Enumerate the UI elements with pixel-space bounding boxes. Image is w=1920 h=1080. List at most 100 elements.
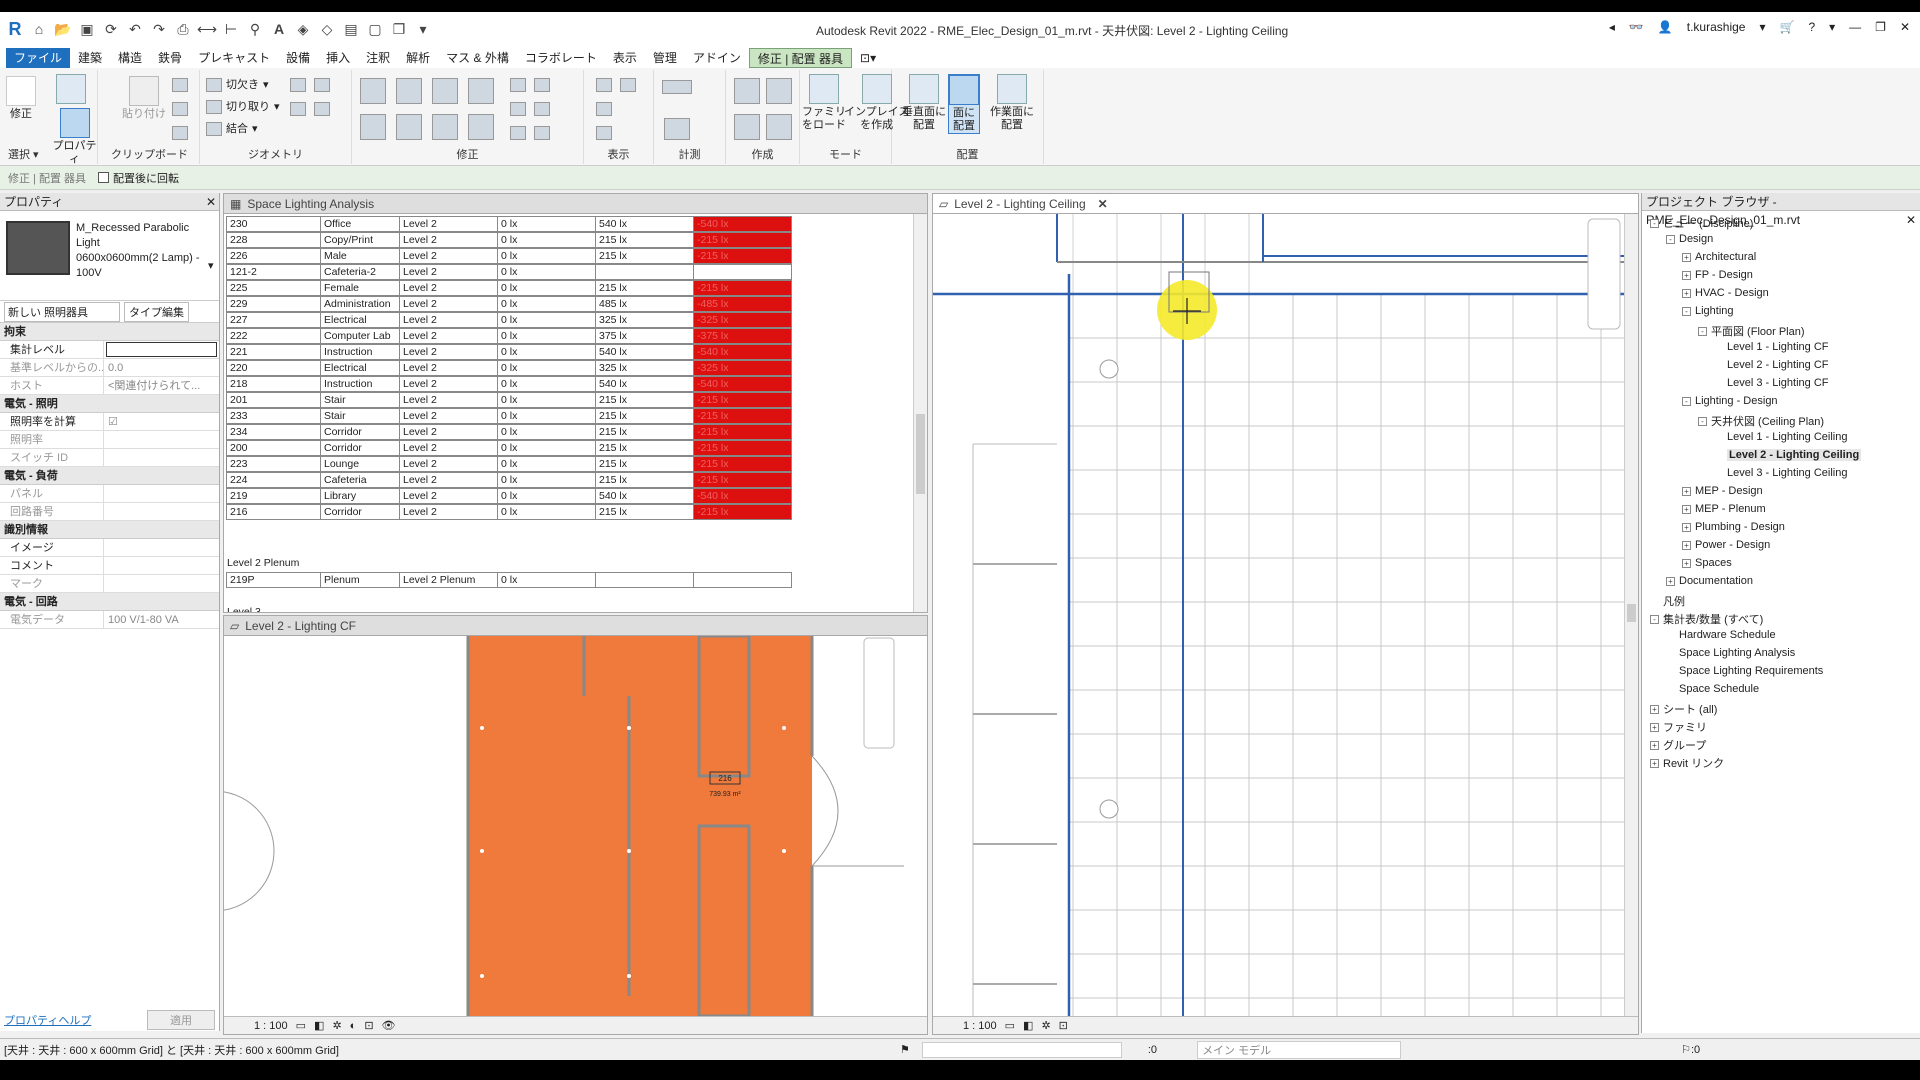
ribbon-tab-2[interactable]: 構造 (110, 48, 150, 68)
schedule-cell[interactable]: 0 lx (498, 280, 596, 296)
measure-between-icon[interactable] (662, 80, 692, 94)
revit-logo-icon[interactable]: R (6, 19, 24, 39)
schedule-cell[interactable]: -540 lx (694, 216, 792, 232)
split-face-icon[interactable] (314, 78, 330, 92)
schedule-cell[interactable]: Level 2 (400, 216, 498, 232)
apply-button[interactable]: 適用 (147, 1010, 215, 1030)
prop-value[interactable]: 100 V/1-80 VA (104, 611, 219, 628)
schedule-row[interactable]: 221 Instruction Level 20 lx 540 lx -540 lx (226, 344, 792, 360)
help-icon[interactable]: ? (1808, 20, 1815, 34)
expand-icon[interactable]: + (1666, 576, 1675, 586)
scale-icon[interactable] (510, 102, 526, 116)
ribbon-tab-14[interactable]: 修正 | 配置 器具 (748, 48, 853, 68)
schedule-cell[interactable]: -540 lx (694, 488, 792, 504)
prop-row[interactable]: イメージ (0, 539, 219, 557)
browser-node[interactable]: + MEP - Design (1682, 485, 1763, 497)
prop-value[interactable]: 0.0 (104, 359, 219, 376)
prop-row[interactable]: 基準レベルからの... 0.0 (0, 359, 219, 377)
ribbon-minimize-icon[interactable]: ⊡▾ (852, 48, 884, 68)
cf-view-tab[interactable]: ▱ Level 2 - Lighting CF (224, 616, 927, 636)
schedule-cell[interactable] (694, 572, 792, 588)
collapse-icon[interactable]: - (1698, 416, 1707, 426)
schedule-row[interactable]: 233 Stair Level 20 lx 215 lx -215 lx (226, 408, 792, 424)
schedule-cell[interactable]: Level 2 (400, 264, 498, 280)
prop-category[interactable]: 識別情報 (0, 521, 219, 539)
expand-icon[interactable]: + (1650, 758, 1659, 768)
override-graphics-icon[interactable] (596, 78, 612, 92)
schedule-cell[interactable]: 215 lx (596, 424, 694, 440)
schedule-cell[interactable]: 224 (226, 472, 321, 488)
prop-value[interactable] (106, 342, 217, 357)
schedule-cell[interactable]: 540 lx (596, 344, 694, 360)
schedule-cell[interactable]: 200 (226, 440, 321, 456)
unpin-icon[interactable] (510, 126, 526, 140)
schedule-cell[interactable]: 0 lx (498, 296, 596, 312)
section-icon[interactable]: ◇ (318, 20, 336, 38)
ceiling-detail-icon[interactable]: ▭ (1005, 1019, 1015, 1032)
workset-icon[interactable]: ⚑ (900, 1043, 910, 1056)
user-icon[interactable]: 👤 (1658, 20, 1673, 34)
measure-icon[interactable]: ⟷ (197, 20, 217, 38)
schedule-cell[interactable]: -215 lx (694, 424, 792, 440)
ribbon-tab-3[interactable]: 鉄骨 (150, 48, 190, 68)
schedule-cell[interactable]: 0 lx (498, 232, 596, 248)
place-vertical-button[interactable]: 垂直面に 配置 (902, 74, 946, 132)
schedule-cell[interactable]: 325 lx (596, 360, 694, 376)
prop-value[interactable] (104, 485, 219, 502)
schedule-cell[interactable]: 230 (226, 216, 321, 232)
rotate-after-placement[interactable]: 配置後に回転 (98, 170, 179, 186)
schedule-cell[interactable]: Office (321, 216, 400, 232)
schedule-cell[interactable]: Level 2 (400, 424, 498, 440)
schedule-row[interactable]: 224 Cafeteria Level 20 lx 215 lx -215 lx (226, 472, 792, 488)
schedule-row[interactable]: 223 Lounge Level 20 lx 215 lx -215 lx (226, 456, 792, 472)
cf-drawing[interactable]: 216 739.93 m² (224, 636, 928, 1016)
browser-node[interactable]: + Power - Design (1682, 539, 1770, 551)
cut-icon[interactable] (172, 78, 188, 92)
prop-row[interactable]: 回路番号 (0, 503, 219, 521)
schedule-cell[interactable]: 0 lx (498, 248, 596, 264)
view-dropdown-icon[interactable] (620, 78, 636, 92)
schedule-row[interactable]: 222 Computer Lab Level 20 lx 375 lx -375 lx (226, 328, 792, 344)
schedule-cell[interactable]: Administration (321, 296, 400, 312)
user-dropdown-icon[interactable]: ▾ (1759, 20, 1765, 34)
browser-close-icon[interactable]: ✕ (1906, 211, 1916, 229)
schedule-cell[interactable]: Corridor (321, 504, 400, 520)
schedule-cell[interactable]: 0 lx (498, 264, 596, 280)
schedule-row[interactable]: 229 Administration Level 20 lx 485 lx -485 l… (226, 296, 792, 312)
schedule-cell[interactable]: 375 lx (596, 328, 694, 344)
ribbon-tab-4[interactable]: プレキャスト (190, 48, 278, 68)
schedule-cell[interactable]: Level 2 (400, 296, 498, 312)
schedule-cell[interactable]: Electrical (321, 360, 400, 376)
schedule-cell[interactable]: -215 lx (694, 504, 792, 520)
schedule-cell[interactable]: 219P (226, 572, 321, 588)
schedule-cell[interactable]: -325 lx (694, 312, 792, 328)
schedule-cell[interactable]: 216 (226, 504, 321, 520)
schedule-cell[interactable]: 121-2 (226, 264, 321, 280)
browser-node[interactable]: - ビュー (Discipline) (1650, 215, 1753, 231)
prop-row[interactable]: マーク (0, 575, 219, 593)
cope-button[interactable]: 切欠き ▾ (206, 78, 269, 92)
open-icon[interactable]: 📂 (54, 20, 72, 38)
browser-node[interactable]: Level 2 - Lighting Ceiling (1714, 449, 1862, 461)
user-name[interactable]: t.kurashige (1687, 20, 1746, 34)
create-group-icon[interactable] (766, 114, 792, 140)
dimension-icon[interactable]: ⊢ (222, 20, 240, 38)
restore-icon[interactable]: ❐ (1875, 20, 1886, 34)
schedule-cell[interactable]: Corridor (321, 424, 400, 440)
browser-node[interactable]: - 平面図 (Floor Plan) (1698, 323, 1805, 339)
prop-row[interactable]: コメント (0, 557, 219, 575)
schedule-cell[interactable]: Plenum (321, 572, 400, 588)
schedule-cell[interactable]: -485 lx (694, 296, 792, 312)
schedule-cell[interactable]: Level 2 (400, 280, 498, 296)
collapse-icon[interactable]: - (1650, 218, 1659, 228)
schedule-cell[interactable]: Level 2 (400, 232, 498, 248)
browser-node[interactable]: + シート (all) (1650, 701, 1717, 717)
schedule-cell[interactable]: 227 (226, 312, 321, 328)
expand-icon[interactable]: + (1682, 522, 1691, 532)
schedule-cell[interactable]: 222 (226, 328, 321, 344)
hide-isolate-icon[interactable]: 👁 (382, 1019, 396, 1032)
place-workplane-button[interactable]: 作業面に 配置 (990, 74, 1034, 132)
schedule-row[interactable]: 219 Library Level 20 lx 540 lx -540 lx (226, 488, 792, 504)
schedule-cell[interactable]: Female (321, 280, 400, 296)
ribbon-tab-7[interactable]: 注釈 (358, 48, 398, 68)
